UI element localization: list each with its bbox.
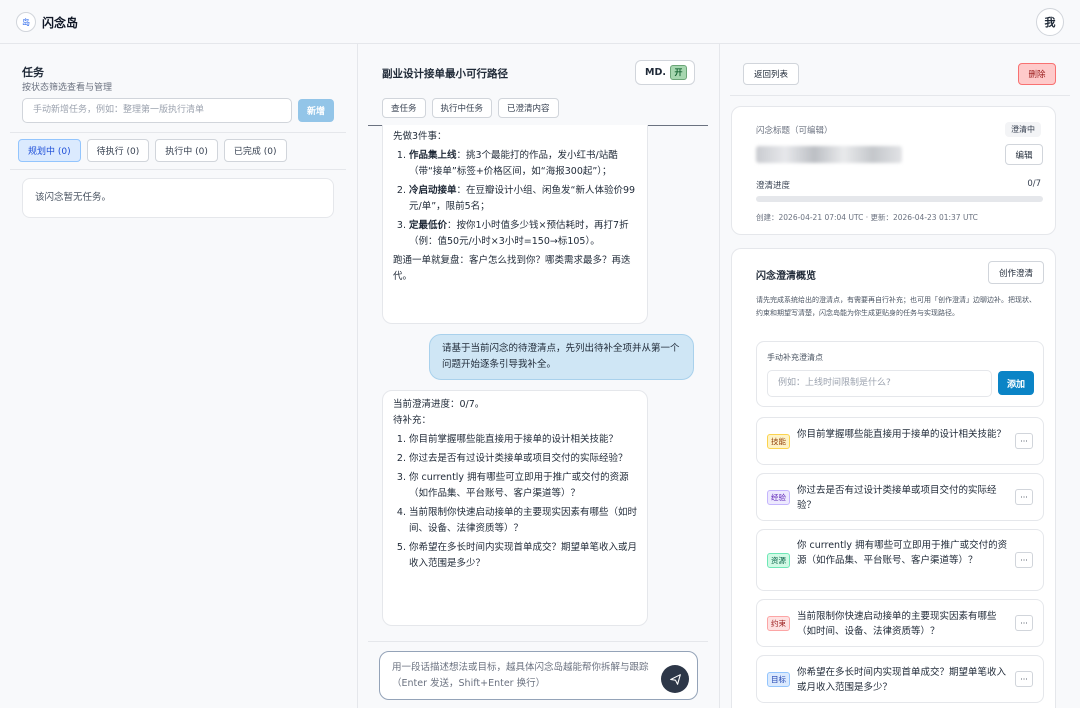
delete-button[interactable]: 删除 <box>1018 63 1056 85</box>
clarification-item[interactable]: 目标 你希望在多长时间内实现首单成交？期望单笔收入或月收入范围是多少？ ··· <box>756 655 1044 703</box>
tasks-title: 任务 <box>22 66 44 79</box>
message-intro: 先做3件事： <box>393 131 447 142</box>
more-options-button[interactable]: ··· <box>1015 433 1033 449</box>
more-options-button[interactable]: ··· <box>1015 552 1033 568</box>
idea-summary-card: 闪念标题（可编辑） 澄清中 编辑 澄清进度 0/7 创建：2026-04-21 … <box>731 106 1056 235</box>
top-bar: 岛 闪念岛 我 <box>0 0 1080 44</box>
empty-tasks-message: 该闪念暂无任务。 <box>22 178 334 218</box>
pending-label: 待补充： <box>393 415 432 426</box>
tag-badge: 资源 <box>767 553 790 568</box>
list-item: 当前限制你快速启动接单的主要现实因素有哪些（如时间、设备、法律资质等）？ <box>409 505 637 537</box>
markdown-toggle[interactable]: MD. 开 <box>635 60 695 85</box>
filter-in-progress[interactable]: 执行中 (0) <box>155 139 218 162</box>
tag-badge: 经验 <box>767 490 790 505</box>
divider <box>730 95 1070 96</box>
edit-title-button[interactable]: 编辑 <box>1005 144 1043 165</box>
divider <box>10 132 346 133</box>
item-text: 你希望在多长时间内实现首单成交？期望单笔收入或月收入范围是多少？ <box>797 667 1007 693</box>
status-badge: 澄清中 <box>1005 122 1041 137</box>
more-options-button[interactable]: ··· <box>1015 615 1033 631</box>
tag-badge: 技能 <box>767 434 790 449</box>
more-options-button[interactable]: ··· <box>1015 671 1033 687</box>
tab-running-tasks[interactable]: 执行中任务 <box>431 98 493 118</box>
filter-planning[interactable]: 规划中 (0) <box>18 139 81 162</box>
timestamps: 创建：2026-04-21 07:04 UTC · 更新：2026-04-23 … <box>756 213 978 222</box>
list-item: 定最低价：按你1小时值多少钱×预估耗时，再打7折（例：值50元/小时×3小时=1… <box>409 218 637 250</box>
chat-title: 副业设计接单最小可行路径 <box>382 68 508 80</box>
item-text: 你 currently 拥有哪些可立即用于推广或交付的资源（如作品集、平台账号、… <box>797 540 1008 566</box>
tasks-subtitle: 按状态筛选查看与管理 <box>22 83 113 93</box>
filter-done[interactable]: 已完成 (0) <box>223 139 287 162</box>
divider <box>368 641 708 642</box>
tasks-panel: 任务 按状态筛选查看与管理 手动新增任务，例如：整理第一版执行清单 新增 规划中… <box>0 44 358 708</box>
message-outro: 跑通一单就复盘：客户怎么找到你？哪类需求最多？再迭代。 <box>393 255 631 282</box>
clarification-item[interactable]: 技能 你目前掌握哪些能直接用于接单的设计相关技能？ ··· <box>756 417 1044 465</box>
tag-badge: 约束 <box>767 616 790 631</box>
chat-panel: 副业设计接单最小可行路径 MD. 开 查任务 执行中任务 已澄清内容 先做3件事… <box>358 44 720 708</box>
detail-panel: 返回列表 删除 闪念标题（可编辑） 澄清中 编辑 澄清进度 0/7 创建：202… <box>720 44 1080 708</box>
progress-value: 0/7 <box>1027 179 1041 189</box>
app-logo-icon: 岛 <box>16 12 36 32</box>
manual-label: 手动补充澄清点 <box>767 353 823 362</box>
clarification-item[interactable]: 资源 你 currently 拥有哪些可立即用于推广或交付的资源（如作品集、平台… <box>756 529 1044 591</box>
item-text: 当前限制你快速启动接单的主要现实因素有哪些（如时间、设备、法律资质等）？ <box>797 611 997 637</box>
list-item: 你希望在多长时间内实现首单成交？期望单笔收入或月收入范围是多少？ <box>409 540 637 572</box>
tab-clarified-content[interactable]: 已澄清内容 <box>498 98 559 118</box>
toggle-knob: 开 <box>669 65 687 80</box>
item-text: 你目前掌握哪些能直接用于接单的设计相关技能？ <box>797 429 1007 440</box>
tag-badge: 目标 <box>767 672 790 687</box>
list-item: 你过去是否有过设计类接单或项目交付的实际经验？ <box>409 451 637 467</box>
progress-line: 当前澄清进度：0/7。 <box>393 399 485 410</box>
clarification-overview-card: 闪念澄清概览 创作澄清 请先完成系统给出的澄清点，有需要再自行补充；也可用「创作… <box>731 248 1056 708</box>
tab-view-tasks[interactable]: 查任务 <box>382 98 426 118</box>
idea-title-blurred <box>756 146 902 163</box>
message-list: 作品集上线：挑3个最能打的作品，发小红书/站酷（带“接单”标签+价格区间，如“海… <box>393 148 637 250</box>
clarification-item[interactable]: 经验 你过去是否有过设计类接单或项目交付的实际经验？ ··· <box>756 473 1044 521</box>
clarification-item[interactable]: 约束 当前限制你快速启动接单的主要现实因素有哪些（如时间、设备、法律资质等）？ … <box>756 599 1044 647</box>
app-title: 闪念岛 <box>42 16 79 30</box>
new-task-button[interactable]: 新增 <box>298 99 334 122</box>
progress-bar <box>756 196 1043 202</box>
chat-quick-tabs: 查任务 执行中任务 已澄清内容 <box>382 98 559 118</box>
send-button[interactable] <box>661 665 689 693</box>
assistant-message: 先做3件事： 作品集上线：挑3个最能打的作品，发小红书/站酷（带“接单”标签+价… <box>382 125 648 324</box>
divider <box>10 169 346 170</box>
progress-label: 澄清进度 <box>756 181 791 191</box>
user-menu-button[interactable]: 我 <box>1036 8 1064 36</box>
list-item: 你 currently 拥有哪些可立即用于推广或交付的资源（如作品集、平台账号、… <box>409 470 637 502</box>
markdown-label: MD. <box>645 67 666 78</box>
overview-title: 闪念澄清概览 <box>756 271 816 282</box>
back-to-list-button[interactable]: 返回列表 <box>743 63 799 85</box>
add-clarification-button[interactable]: 添加 <box>998 371 1034 395</box>
send-icon <box>669 673 681 685</box>
overview-description: 请先完成系统给出的澄清点，有需要再自行补充；也可用「创作澄清」边聊边补。把现状、… <box>756 296 1036 317</box>
user-message: 请基于当前闪念的待澄清点，先列出待补全项并从第一个问题开始逐条引导我补全。 <box>429 334 694 380</box>
message-list: 你目前掌握哪些能直接用于接单的设计相关技能？ 你过去是否有过设计类接单或项目交付… <box>393 432 637 572</box>
list-item: 冷启动接单：在豆瓣设计小组、闲鱼发“新人体验价99元/单”，限前5名； <box>409 183 637 215</box>
list-item: 你目前掌握哪些能直接用于接单的设计相关技能？ <box>409 432 637 448</box>
manual-clarification-box: 手动补充澄清点 例如：上线时间限制是什么? 添加 <box>756 341 1044 407</box>
assistant-message: 当前澄清进度：0/7。 待补充： 你目前掌握哪些能直接用于接单的设计相关技能？ … <box>382 390 648 626</box>
new-task-input[interactable]: 手动新增任务，例如：整理第一版执行清单 <box>22 98 292 123</box>
item-text: 你过去是否有过设计类接单或项目交付的实际经验？ <box>797 485 997 511</box>
more-options-button[interactable]: ··· <box>1015 489 1033 505</box>
title-label: 闪念标题（可编辑） <box>756 126 833 136</box>
message-composer-input[interactable]: 用一段话描述想法或目标，越具体闪念岛越能帮你拆解与跟踪（Enter 发送，Shi… <box>379 651 698 700</box>
list-item: 作品集上线：挑3个最能打的作品，发小红书/站酷（带“接单”标签+价格区间，如“海… <box>409 148 637 180</box>
task-status-filters: 规划中 (0) 待执行 (0) 执行中 (0) 已完成 (0) <box>18 139 287 162</box>
filter-pending[interactable]: 待执行 (0) <box>86 139 150 162</box>
manual-clarification-input[interactable]: 例如：上线时间限制是什么? <box>767 370 992 397</box>
create-clarification-button[interactable]: 创作澄清 <box>988 261 1044 284</box>
